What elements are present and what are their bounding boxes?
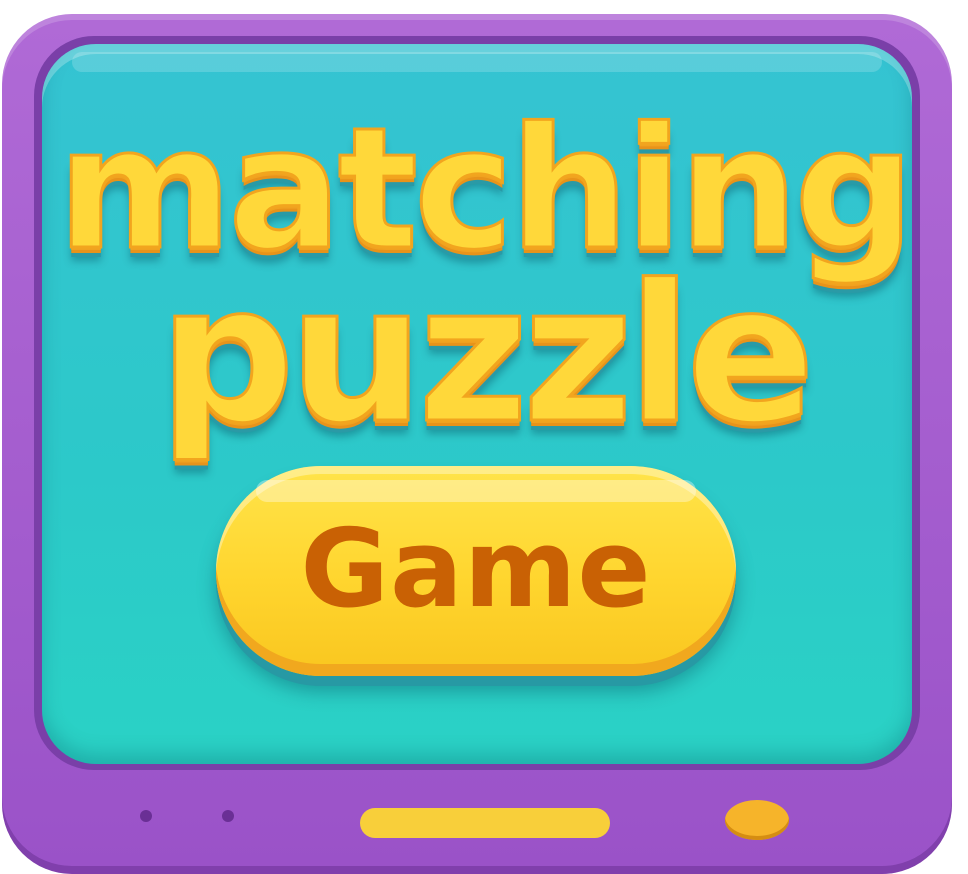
screen-shine: [72, 52, 882, 72]
button-shine: [256, 480, 696, 502]
console-slot: [360, 808, 610, 838]
game-screen: matching puzzle Game: [42, 44, 912, 764]
console-knob: [725, 800, 789, 840]
start-game-label: Game: [300, 506, 652, 632]
speaker-dot: [140, 810, 152, 822]
title-line-2: puzzle: [157, 244, 816, 465]
speaker-dot: [222, 810, 234, 822]
start-game-button[interactable]: Game: [216, 466, 736, 676]
